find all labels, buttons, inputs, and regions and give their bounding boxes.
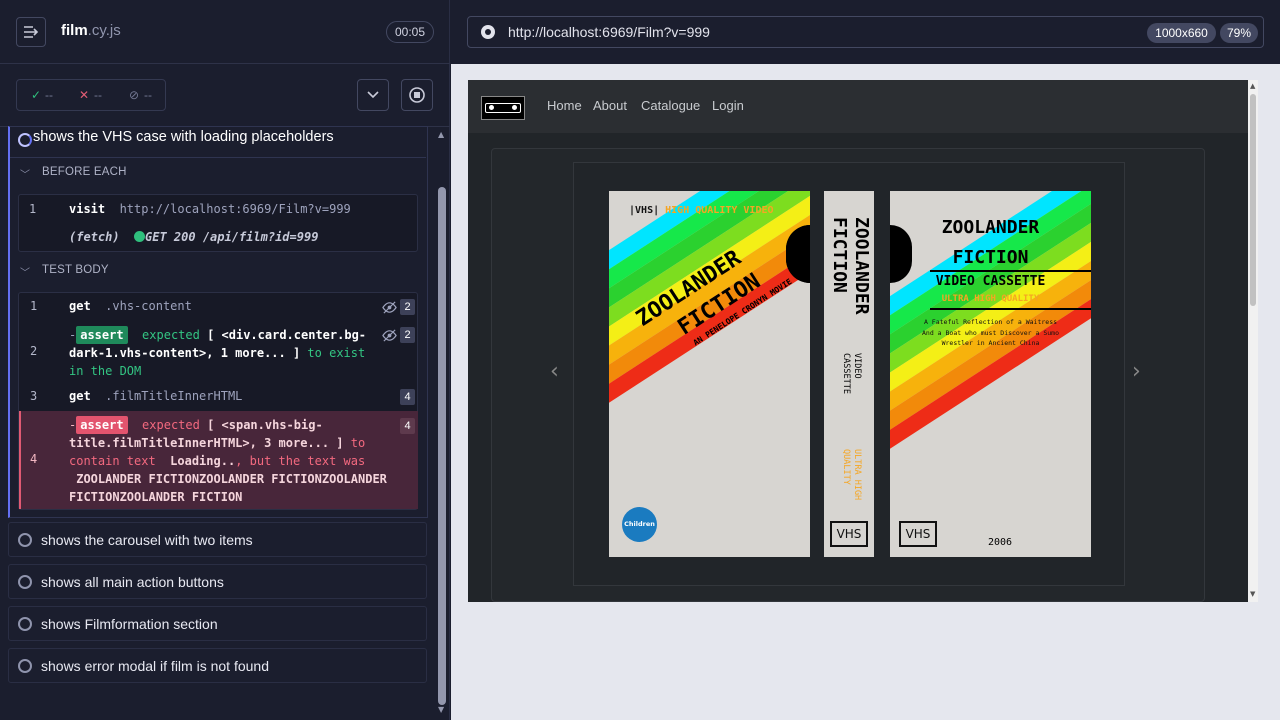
scrollbar-thumb[interactable] xyxy=(438,187,446,705)
site-navbar: Home About Catalogue Login xyxy=(468,80,1248,133)
zoom-badge: 79% xyxy=(1220,23,1258,43)
url-text[interactable]: http://localhost:6969/Film?v=999 xyxy=(508,24,710,40)
nav-login[interactable]: Login xyxy=(712,98,744,113)
app-iframe: Home About Catalogue Login ‹ › |VHS| HIG… xyxy=(468,80,1258,602)
spec-file-name: film.cy.js xyxy=(61,22,121,39)
before-each-commands: 1 visit http://localhost:6969/Film?v=999… xyxy=(18,194,418,252)
pending-icon: ⊘ xyxy=(129,88,140,102)
element-count-badge: 4 xyxy=(400,418,415,434)
test-stats: ✓ -- ✕ -- ⊘ -- xyxy=(16,79,166,111)
test-item[interactable]: shows all main action buttons xyxy=(8,564,427,599)
chevron-down-icon xyxy=(367,91,379,99)
back-title: ZOOLANDER FICTION xyxy=(941,217,1040,268)
nav-catalogue[interactable]: Catalogue xyxy=(641,98,700,113)
pending-count: -- xyxy=(144,88,152,102)
film-year: 2006 xyxy=(988,537,1013,548)
running-spinner-icon xyxy=(18,133,32,147)
pending-circle-icon xyxy=(18,659,32,673)
site-logo[interactable] xyxy=(481,96,525,120)
command-log-panel: film.cy.js 00:05 ✓ -- ✕ -- ⊘ -- shows th… xyxy=(0,0,450,720)
viewport-size-badge[interactable]: 1000x660 xyxy=(1147,23,1216,43)
line-number: 3 xyxy=(30,389,38,403)
test-item[interactable]: shows Filmformation section xyxy=(8,606,427,641)
url-bar-area: http://localhost:6969/Film?v=999 1000x66… xyxy=(451,0,1280,64)
duration-badge: 00:05 xyxy=(386,21,434,43)
test-body-hook[interactable]: TEST BODY xyxy=(42,264,109,276)
spine-title: ZOOLANDER FICTION xyxy=(829,217,872,315)
vhs-spine: ZOOLANDER FICTION VIDEO CASSETTE ULTRA H… xyxy=(824,191,874,557)
app-preview-panel: http://localhost:6969/Film?v=999 1000x66… xyxy=(451,0,1280,720)
vhs-back-cover: ZOOLANDER FICTION VIDEO CASSETTE ULTRA H… xyxy=(890,191,1091,557)
fetch-log[interactable]: (fetch) GET 200 /api/film?id=999 xyxy=(69,230,318,244)
element-count-badge: 4 xyxy=(400,389,415,405)
pending-circle-icon xyxy=(18,575,32,589)
carousel-next-icon[interactable]: › xyxy=(1132,359,1141,384)
sidebar-toggle-icon xyxy=(24,26,39,38)
spine-quality: ULTRA HIGH QUALITY xyxy=(841,449,862,501)
command-get[interactable]: get .vhs-content xyxy=(69,299,192,313)
element-count-badge: 2 xyxy=(400,299,415,315)
test-item[interactable]: shows the carousel with two items xyxy=(8,522,427,557)
globe-icon xyxy=(481,25,495,39)
check-icon: ✓ xyxy=(31,88,42,102)
test-title[interactable]: shows the VHS case with loading placehol… xyxy=(33,129,334,145)
scroll-up-icon[interactable]: ▲ xyxy=(1250,82,1255,90)
back-quality: ULTRA HIGH QUALITY xyxy=(941,294,1040,304)
pending-circle-icon xyxy=(18,617,32,631)
eye-slash-icon xyxy=(382,301,397,314)
test-item[interactable]: shows error modal if film is not found xyxy=(8,648,427,683)
divider xyxy=(930,308,1091,310)
hole-overlay xyxy=(770,191,810,557)
chevron-down-icon: ﹀ xyxy=(20,170,30,181)
chevron-down-icon: ﹀ xyxy=(20,268,30,279)
film-description: A Fateful Reflection of a Waitress And a… xyxy=(922,318,1059,347)
nav-home[interactable]: Home xyxy=(547,98,582,113)
line-number: 1 xyxy=(29,202,37,216)
divider xyxy=(10,157,426,158)
stop-button[interactable] xyxy=(401,79,433,111)
divider xyxy=(930,270,1091,272)
command-assert-pass[interactable]: - assert expected [ <div.card.center.bg- … xyxy=(69,326,379,380)
scroll-down-icon[interactable]: ▼ xyxy=(1250,590,1255,598)
element-count-badge: 2 xyxy=(400,327,415,343)
passed-count: -- xyxy=(45,88,53,102)
vhs-card: ‹ › |VHS| HIGH QUALITY VIDEO ZOOLANDER F… xyxy=(491,148,1205,602)
carousel-prev-icon[interactable]: ‹ xyxy=(550,359,559,384)
back-vhs-logo: VHS xyxy=(899,521,937,547)
line-number: 2 xyxy=(30,344,38,358)
rating-badge: Children xyxy=(622,507,657,542)
spine-vhs-logo: VHS xyxy=(830,521,868,547)
scrollbar-thumb[interactable] xyxy=(1250,94,1256,306)
command-get[interactable]: get .filmTitleInnerHTML xyxy=(69,389,242,403)
back-format: VIDEO CASSETTE xyxy=(935,274,1046,289)
expand-collapse-button[interactable] xyxy=(357,79,389,111)
status-dot-icon xyxy=(134,231,146,242)
command-visit[interactable]: visit http://localhost:6969/Film?v=999 xyxy=(69,202,351,216)
scroll-up-icon[interactable]: ▲ xyxy=(438,130,444,139)
eye-slash-icon xyxy=(382,329,397,342)
front-vhs-label: |VHS| HIGH QUALITY VIDEO xyxy=(629,205,774,216)
cassette-logo-icon xyxy=(485,103,521,113)
app-scrollbar[interactable]: ▲ ▼ xyxy=(1248,80,1258,602)
nav-about[interactable]: About xyxy=(593,98,627,113)
before-each-hook[interactable]: BEFORE EACH xyxy=(42,166,127,178)
spec-header: film.cy.js 00:05 xyxy=(0,0,450,64)
failed-count: -- xyxy=(94,88,102,102)
pending-circle-icon xyxy=(18,533,32,547)
scroll-down-icon[interactable]: ▼ xyxy=(438,705,444,714)
toggle-specs-button[interactable] xyxy=(16,17,46,47)
url-bar[interactable]: http://localhost:6969/Film?v=999 1000x66… xyxy=(467,16,1264,48)
cross-icon: ✕ xyxy=(79,88,90,102)
line-number: 1 xyxy=(30,299,38,313)
vhs-content: |VHS| HIGH QUALITY VIDEO ZOOLANDER FICTI… xyxy=(573,162,1125,586)
command-log-scrollbar[interactable]: ▲ ▼ xyxy=(436,127,448,720)
spine-format: VIDEO CASSETTE xyxy=(841,353,862,394)
stop-icon xyxy=(409,87,425,103)
command-assert-fail[interactable]: - assert expected [ <span.vhs-big- title.… xyxy=(69,416,389,506)
line-number: 4 xyxy=(30,452,38,466)
